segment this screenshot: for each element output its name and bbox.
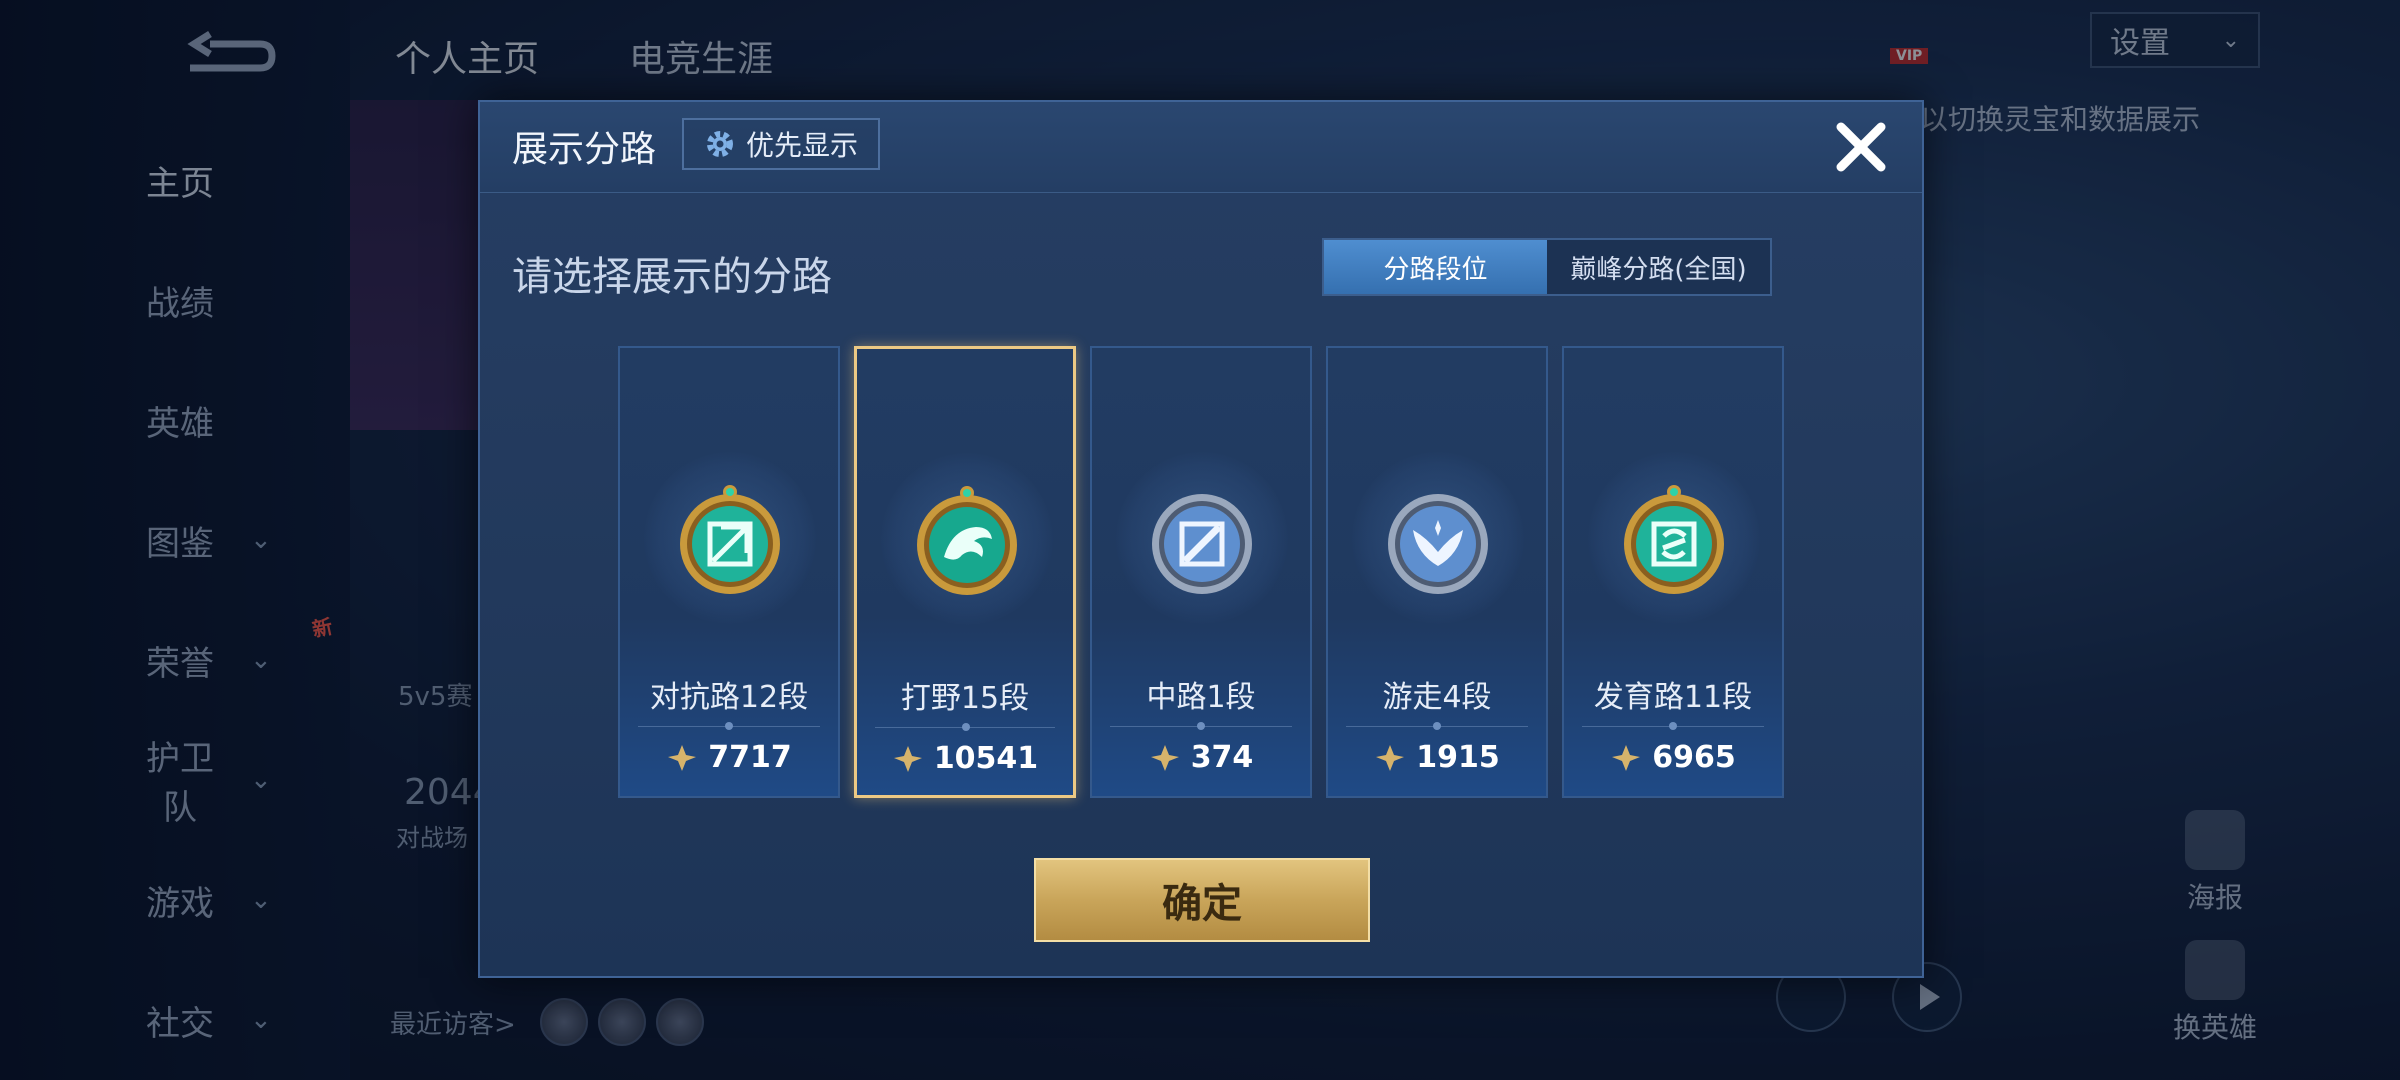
lane-name: 中路1段: [1146, 680, 1256, 715]
lane-score-value: 1915: [1416, 740, 1500, 775]
mid-lane-icon: [1152, 494, 1252, 594]
confirm-label: 确定: [1162, 881, 1242, 927]
lane-name: 发育路11段: [1593, 680, 1753, 715]
lane-score: 374: [1092, 740, 1310, 775]
lane-score: 10541: [857, 741, 1073, 776]
clash-lane-icon: [680, 485, 780, 594]
lane-score: 1915: [1328, 740, 1546, 775]
lane-score-value: 374: [1190, 740, 1254, 775]
tab-peak-lane[interactable]: 巅峰分路(全国): [1547, 240, 1770, 294]
roam-wings-icon: [1388, 494, 1488, 594]
lane-score-value: 10541: [933, 741, 1039, 776]
rank-points-icon: [893, 745, 922, 772]
rank-points-icon: [1150, 744, 1179, 771]
rank-points-icon: [1612, 744, 1641, 771]
close-button[interactable]: [1830, 116, 1892, 178]
farm-lane-icon: [1624, 485, 1724, 594]
close-icon: [1836, 122, 1886, 172]
lane-score-value: 6965: [1652, 740, 1736, 775]
divider-dot: [962, 723, 970, 731]
divider-dot: [1197, 722, 1205, 730]
rank-points-icon: [668, 744, 697, 771]
lane-card-jungle[interactable]: 打野15段 10541: [854, 346, 1076, 798]
lane-card-roam[interactable]: 游走4段 1915: [1326, 346, 1548, 798]
rank-points-icon: [1376, 744, 1405, 771]
lane-score: 6965: [1564, 740, 1782, 775]
lane-card-mid[interactable]: 中路1段 374: [1090, 346, 1312, 798]
gear-icon: [706, 131, 733, 157]
divider-dot: [725, 722, 733, 730]
priority-display-button[interactable]: 优先显示: [682, 118, 880, 170]
lane-name: 对抗路12段: [649, 680, 809, 715]
jungle-dragon-icon: [917, 486, 1017, 595]
lane-display-dialog: 展示分路 优先显示 请选择展示的分路 分路段位 巅峰分路(全国) 对抗路12段 …: [478, 100, 1924, 978]
lane-score: 7717: [620, 740, 838, 775]
confirm-button[interactable]: 确定: [1034, 858, 1370, 942]
tab-lane-rank[interactable]: 分路段位: [1324, 240, 1547, 294]
lane-card-farm[interactable]: 发育路11段 6965: [1562, 346, 1784, 798]
priority-display-label: 优先显示: [745, 129, 858, 162]
lane-name: 打野15段: [900, 681, 1030, 716]
divider-dot: [1669, 722, 1677, 730]
lane-mode-toggle: 分路段位 巅峰分路(全国): [1322, 238, 1772, 296]
lane-name: 游走4段: [1382, 680, 1492, 715]
lane-score-value: 7717: [708, 740, 792, 775]
lane-card-clash[interactable]: 对抗路12段 7717: [618, 346, 840, 798]
dialog-subtitle: 请选择展示的分路: [512, 254, 832, 300]
lane-cards: 对抗路12段 7717 打野15段 10541 中路1段 374 游走4段 19…: [618, 346, 1784, 798]
dialog-header: 展示分路 优先显示: [480, 102, 1922, 193]
dialog-title: 展示分路: [512, 129, 657, 170]
divider-dot: [1433, 722, 1441, 730]
